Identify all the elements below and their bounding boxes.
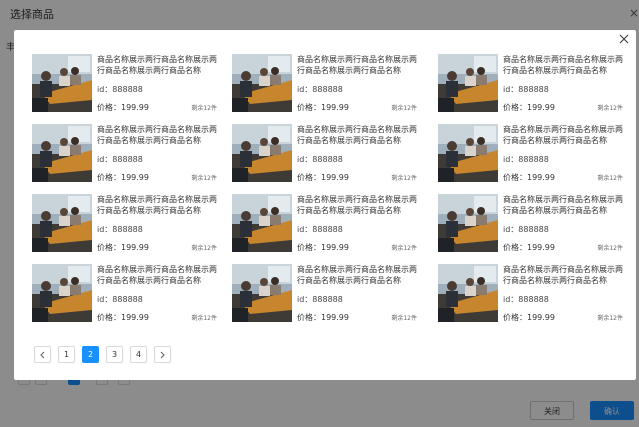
product-name: 商品名称展示两行商品名称展示两行商品名称展示两行商品名称	[297, 55, 417, 75]
product-id: id：888888	[297, 155, 343, 164]
product-card[interactable]: 商品名称展示两行商品名称展示两行商品名称展示两行商品名称 id：888888 价格：…	[232, 54, 422, 114]
product-stock: 剩余12件	[597, 315, 623, 322]
product-id: id：888888	[297, 295, 343, 304]
product-id: id：888888	[503, 225, 549, 234]
product-price: 价格：199.99	[503, 173, 555, 182]
product-image	[232, 124, 292, 182]
product-name: 商品名称展示两行商品名称展示两行商品名称展示两行商品名称	[503, 125, 623, 145]
product-name: 商品名称展示两行商品名称展示两行商品名称展示两行商品名称	[297, 125, 417, 145]
product-price: 价格：199.99	[297, 103, 349, 112]
pagination-next-button[interactable]	[154, 346, 171, 363]
product-id: id：888888	[297, 85, 343, 94]
product-image	[32, 194, 92, 252]
pagination-page-1[interactable]: 1	[58, 346, 75, 363]
close-icon[interactable]	[616, 31, 632, 47]
product-card[interactable]: 商品名称展示两行商品名称展示两行商品名称展示两行商品名称 id：888888 价格：…	[232, 264, 422, 324]
product-card[interactable]: 商品名称展示两行商品名称展示两行商品名称展示两行商品名称 id：888888 价格：…	[232, 194, 422, 254]
product-id: id：888888	[503, 85, 549, 94]
product-id: id：888888	[503, 155, 549, 164]
product-card[interactable]: 商品名称展示两行商品名称展示两行商品名称展示两行商品名称 id：888888 价格：…	[438, 264, 628, 324]
product-name: 商品名称展示两行商品名称展示两行商品名称展示两行商品名称	[97, 55, 217, 75]
pagination-prev-button[interactable]	[34, 346, 51, 363]
product-stock: 剩余12件	[597, 245, 623, 252]
product-name: 商品名称展示两行商品名称展示两行商品名称展示两行商品名称	[297, 195, 417, 215]
product-image	[438, 124, 498, 182]
product-id: id：888888	[97, 295, 143, 304]
product-name: 商品名称展示两行商品名称展示两行商品名称展示两行商品名称	[297, 265, 417, 285]
product-stock: 剩余12件	[391, 105, 417, 112]
product-select-modal: 商品名称展示两行商品名称展示两行商品名称展示两行商品名称 id：888888 价格：…	[14, 30, 636, 380]
product-name: 商品名称展示两行商品名称展示两行商品名称展示两行商品名称	[503, 55, 623, 75]
product-price: 价格：199.99	[97, 103, 149, 112]
product-stock: 剩余12件	[191, 175, 217, 182]
product-image	[32, 54, 92, 112]
chevron-right-icon	[160, 351, 165, 359]
product-name: 商品名称展示两行商品名称展示两行商品名称展示两行商品名称	[97, 125, 217, 145]
product-id: id：888888	[297, 225, 343, 234]
product-price: 价格：199.99	[97, 313, 149, 322]
product-stock: 剩余12件	[191, 315, 217, 322]
product-card[interactable]: 商品名称展示两行商品名称展示两行商品名称展示两行商品名称 id：888888 价格：…	[232, 124, 422, 184]
pagination-page-2[interactable]: 2	[82, 346, 99, 363]
product-price: 价格：199.99	[503, 313, 555, 322]
product-card[interactable]: 商品名称展示两行商品名称展示两行商品名称展示两行商品名称 id：888888 价格：…	[32, 124, 222, 184]
product-stock: 剩余12件	[391, 175, 417, 182]
product-image	[232, 264, 292, 322]
product-price: 价格：199.99	[503, 103, 555, 112]
product-image	[232, 194, 292, 252]
product-price: 价格：199.99	[97, 173, 149, 182]
product-stock: 剩余12件	[597, 105, 623, 112]
product-image	[438, 194, 498, 252]
product-card[interactable]: 商品名称展示两行商品名称展示两行商品名称展示两行商品名称 id：888888 价格：…	[32, 194, 222, 254]
product-id: id：888888	[503, 295, 549, 304]
product-image	[32, 124, 92, 182]
product-card[interactable]: 商品名称展示两行商品名称展示两行商品名称展示两行商品名称 id：888888 价格：…	[32, 54, 222, 114]
product-price: 价格：199.99	[503, 243, 555, 252]
product-id: id：888888	[97, 155, 143, 164]
product-card[interactable]: 商品名称展示两行商品名称展示两行商品名称展示两行商品名称 id：888888 价格：…	[32, 264, 222, 324]
product-image	[32, 264, 92, 322]
chevron-left-icon	[40, 351, 45, 359]
product-stock: 剩余12件	[597, 175, 623, 182]
product-card[interactable]: 商品名称展示两行商品名称展示两行商品名称展示两行商品名称 id：888888 价格：…	[438, 54, 628, 114]
product-price: 价格：199.99	[97, 243, 149, 252]
product-id: id：888888	[97, 85, 143, 94]
product-stock: 剩余12件	[391, 315, 417, 322]
product-stock: 剩余12件	[391, 245, 417, 252]
product-price: 价格：199.99	[297, 313, 349, 322]
product-card[interactable]: 商品名称展示两行商品名称展示两行商品名称展示两行商品名称 id：888888 价格：…	[438, 124, 628, 184]
product-name: 商品名称展示两行商品名称展示两行商品名称展示两行商品名称	[503, 195, 623, 215]
product-name: 商品名称展示两行商品名称展示两行商品名称展示两行商品名称	[503, 265, 623, 285]
pagination-page-3[interactable]: 3	[106, 346, 123, 363]
product-stock: 剩余12件	[191, 105, 217, 112]
product-name: 商品名称展示两行商品名称展示两行商品名称展示两行商品名称	[97, 265, 217, 285]
product-price: 价格：199.99	[297, 173, 349, 182]
product-name: 商品名称展示两行商品名称展示两行商品名称展示两行商品名称	[97, 195, 217, 215]
pagination-page-4[interactable]: 4	[130, 346, 147, 363]
product-grid: 商品名称展示两行商品名称展示两行商品名称展示两行商品名称 id：888888 价格：…	[32, 54, 627, 354]
product-id: id：888888	[97, 225, 143, 234]
product-stock: 剩余12件	[191, 245, 217, 252]
product-image	[438, 54, 498, 112]
product-image	[438, 264, 498, 322]
product-price: 价格：199.99	[297, 243, 349, 252]
product-card[interactable]: 商品名称展示两行商品名称展示两行商品名称展示两行商品名称 id：888888 价格：…	[438, 194, 628, 254]
product-image	[232, 54, 292, 112]
